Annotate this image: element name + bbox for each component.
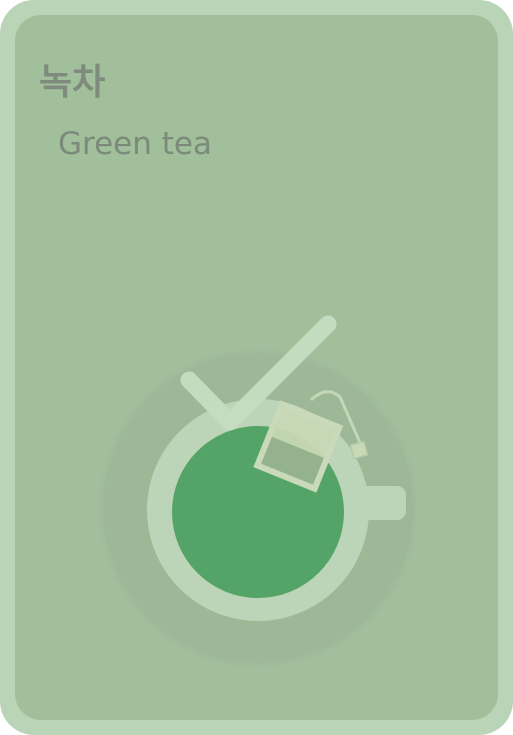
tea-card-body: 녹차 Green tea	[15, 15, 498, 720]
tea-card[interactable]: 녹차 Green tea	[0, 0, 513, 735]
green-tea-cup-icon	[97, 315, 419, 669]
